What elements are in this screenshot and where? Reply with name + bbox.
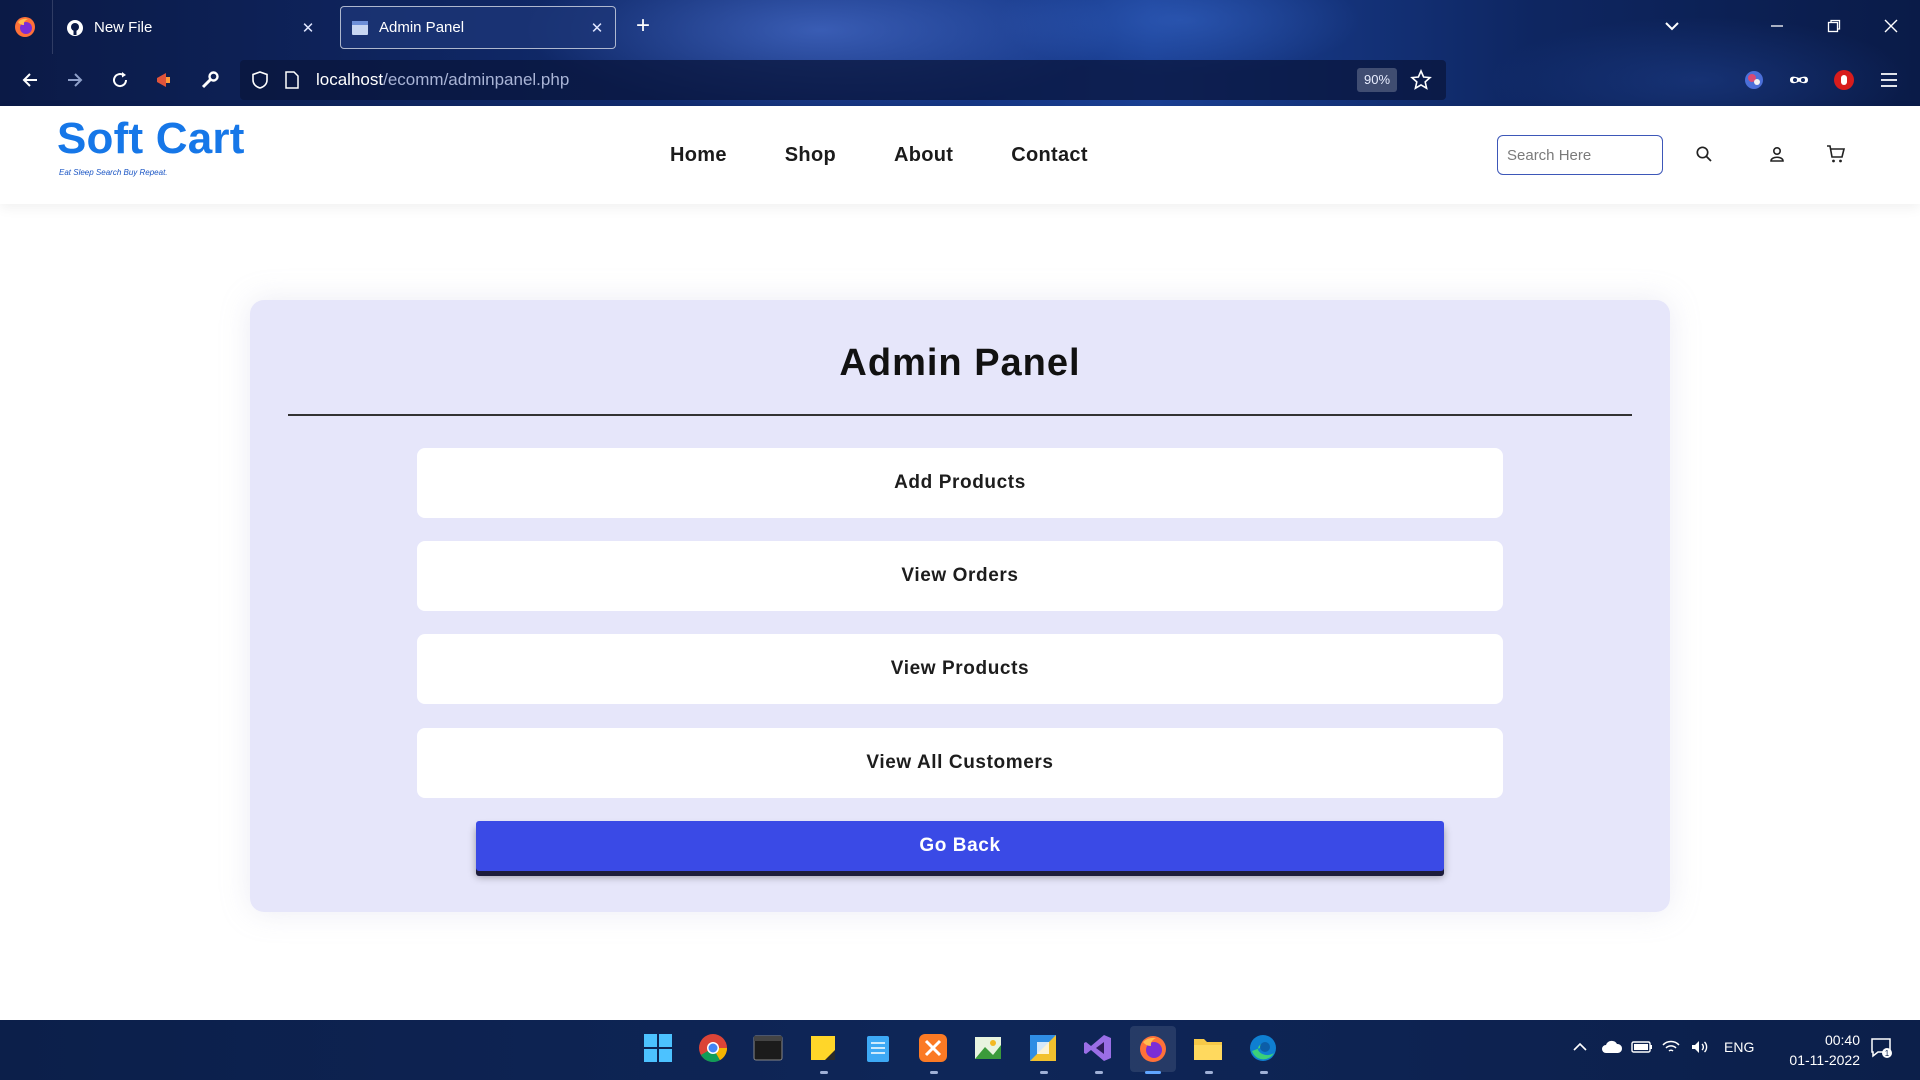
running-indicator <box>1095 1071 1103 1074</box>
system-clock[interactable]: 00:40 01-11-2022 <box>1764 1030 1860 1070</box>
title-divider <box>288 414 1632 416</box>
page-title: Admin Panel <box>839 342 1081 384</box>
notification-icon[interactable]: 1 <box>1869 1036 1893 1063</box>
restore-icon[interactable] <box>1820 12 1848 40</box>
nav-about[interactable]: About <box>894 144 953 167</box>
zoom-level[interactable]: 90% <box>1357 68 1398 92</box>
running-indicator <box>930 1071 938 1074</box>
notepad-icon[interactable] <box>862 1032 894 1064</box>
forward-arrow-icon[interactable] <box>61 66 89 94</box>
reload-icon[interactable] <box>106 66 134 94</box>
search-input[interactable] <box>1497 135 1663 175</box>
nav-home[interactable]: Home <box>670 144 727 167</box>
view-products-button[interactable]: View Products <box>417 634 1503 704</box>
running-indicator <box>1205 1071 1213 1074</box>
windows-start-icon[interactable] <box>642 1032 674 1064</box>
incognito-mask-icon[interactable] <box>1785 66 1813 94</box>
user-icon[interactable] <box>1766 143 1788 165</box>
running-indicator <box>1040 1071 1048 1074</box>
firefox-icon[interactable] <box>1130 1026 1176 1072</box>
go-back-button[interactable]: Go Back <box>476 821 1444 871</box>
main-nav: Home Shop About Contact <box>670 144 1088 167</box>
image-editor-icon[interactable] <box>972 1032 1004 1064</box>
navigation-toolbar: localhost/ecomm/adminpanel.php 90% <box>0 54 1920 106</box>
close-icon[interactable]: ✕ <box>300 20 316 37</box>
tab-title: New File <box>94 19 153 36</box>
view-orders-button[interactable]: View Orders <box>417 541 1503 611</box>
back-arrow-icon[interactable] <box>16 66 44 94</box>
page-icon <box>351 19 369 37</box>
new-tab-icon[interactable]: + <box>631 14 655 38</box>
chevron-up-icon[interactable] <box>1572 1039 1588 1058</box>
extension-megaphone-icon[interactable] <box>151 66 179 94</box>
taskbar: ENG 00:40 01-11-2022 1 <box>0 1020 1920 1080</box>
tab-separator <box>52 0 53 54</box>
hamburger-menu-icon[interactable] <box>1875 66 1903 94</box>
tab-bar: New File ✕ Admin Panel ✕ + <box>0 0 1920 54</box>
clock-time: 00:40 <box>1824 1032 1860 1048</box>
wrench-icon[interactable] <box>196 66 224 94</box>
firefox-icon[interactable] <box>14 16 36 38</box>
chevron-down-icon[interactable] <box>1662 16 1686 36</box>
url-path: /ecomm/adminpanel.php <box>383 70 570 89</box>
file-explorer-icon[interactable] <box>1192 1032 1224 1064</box>
site-header: Soft Cart Eat Sleep Search Buy Repeat. H… <box>0 106 1920 204</box>
cloud-icon[interactable] <box>1601 1039 1623 1058</box>
active-indicator <box>1145 1071 1161 1074</box>
brand-tagline: Eat Sleep Search Buy Repeat. <box>59 168 168 177</box>
address-bar[interactable]: localhost/ecomm/adminpanel.php 90% <box>240 60 1446 100</box>
chrome-icon[interactable] <box>697 1032 729 1064</box>
running-indicator <box>1260 1071 1268 1074</box>
page-info-icon[interactable] <box>284 71 300 94</box>
app-icon[interactable] <box>1027 1032 1059 1064</box>
view-all-customers-button[interactable]: View All Customers <box>417 728 1503 798</box>
tab-admin-panel[interactable]: Admin Panel ✕ <box>340 6 616 49</box>
language-indicator[interactable]: ENG <box>1724 1039 1754 1055</box>
brand-logo[interactable]: Soft Cart Eat Sleep Search Buy Repeat. <box>57 114 245 177</box>
brand-name: Soft Cart <box>57 114 245 163</box>
edge-icon[interactable] <box>1247 1032 1279 1064</box>
ad-blocker-hand-icon[interactable] <box>1830 66 1858 94</box>
profile-extension-icon[interactable] <box>1740 66 1768 94</box>
visual-studio-icon[interactable] <box>1082 1032 1114 1064</box>
wifi-icon[interactable] <box>1661 1039 1681 1058</box>
running-indicator <box>820 1071 828 1074</box>
volume-icon[interactable] <box>1690 1039 1710 1058</box>
bookmark-star-icon[interactable] <box>1410 68 1432 96</box>
battery-icon[interactable] <box>1631 1039 1653 1058</box>
search-icon[interactable] <box>1693 143 1715 165</box>
nav-contact[interactable]: Contact <box>1011 144 1088 167</box>
close-icon[interactable]: ✕ <box>589 20 605 37</box>
github-icon <box>66 19 84 37</box>
notification-count: 1 <box>1885 1049 1890 1058</box>
tab-new-file[interactable]: New File ✕ <box>56 6 326 49</box>
admin-panel-card: Admin Panel Add Products View Orders Vie… <box>250 300 1670 912</box>
xampp-icon[interactable] <box>917 1032 949 1064</box>
cart-icon[interactable] <box>1825 143 1847 165</box>
tab-title: Admin Panel <box>379 19 465 36</box>
minimize-icon[interactable] <box>1763 12 1791 40</box>
browser-chrome: New File ✕ Admin Panel ✕ + localhost/eco… <box>0 0 1920 106</box>
add-products-button[interactable]: Add Products <box>417 448 1503 518</box>
shield-icon[interactable] <box>250 70 270 95</box>
url-host: localhost <box>316 70 384 89</box>
sticky-notes-icon[interactable] <box>807 1032 839 1064</box>
terminal-icon[interactable] <box>752 1032 784 1064</box>
url-text[interactable]: localhost/ecomm/adminpanel.php <box>316 70 569 90</box>
clock-date: 01-11-2022 <box>1789 1052 1860 1068</box>
nav-shop[interactable]: Shop <box>785 144 836 167</box>
window-close-icon[interactable] <box>1877 12 1905 40</box>
